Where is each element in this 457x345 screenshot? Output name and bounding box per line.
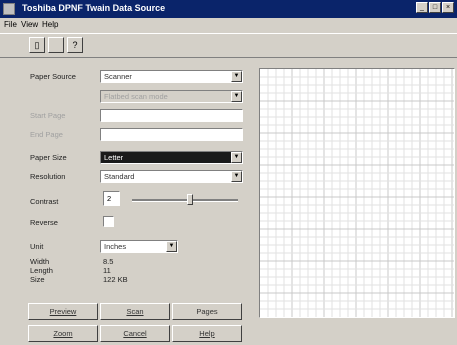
start-page-label: Start Page [30,111,66,120]
menu-view[interactable]: View [21,20,38,29]
cancel-button-label: Cancel [123,329,147,338]
contrast-slider-track[interactable] [132,199,238,202]
width-value: 8.5 [103,257,114,266]
minimize-button[interactable]: _ [416,2,428,13]
scan-mode-value: Flatbed scan mode [104,92,168,101]
paper-source-value: Scanner [104,72,132,81]
zoom-button[interactable]: Zoom [28,325,98,342]
preview-area[interactable] [259,68,455,318]
preview-grid [260,69,454,317]
chevron-down-icon[interactable]: ▼ [231,152,242,163]
chevron-down-icon[interactable]: ▼ [231,91,242,102]
help-icon[interactable]: ? [67,37,83,53]
size-value: 122 KB [103,275,128,284]
resolution-combo[interactable]: Standard ▼ [100,170,243,183]
scan-button-label: Scan [126,307,144,316]
pages-button-label: Pages [196,307,218,316]
close-button[interactable]: × [442,2,454,13]
unit-combo[interactable]: Inches ▼ [100,240,178,253]
start-page-field[interactable] [100,109,243,122]
app-icon[interactable] [3,3,15,15]
width-label: Width [30,257,50,266]
paper-size-label: Paper Size [30,153,67,162]
resolution-value: Standard [104,172,135,181]
zoom-button-label: Zoom [53,329,73,338]
preview-button-label: Preview [49,307,77,316]
blank-icon[interactable] [48,37,64,53]
toolbar: ▯ ? [0,33,457,58]
contrast-value: 2 [107,194,112,203]
end-page-label: End Page [30,130,63,139]
unit-label: Unit [30,242,44,251]
open-doc-icon[interactable]: ▯ [29,37,45,53]
paper-size-value: Letter [104,153,124,162]
contrast-slider-thumb[interactable] [187,194,194,205]
contrast-spin[interactable]: 2 [103,191,120,206]
paper-size-combo[interactable]: Letter ▼ [100,151,243,164]
help-button[interactable]: Help [172,325,242,342]
menu-file[interactable]: File [4,20,17,29]
paper-source-combo[interactable]: Scanner ▼ [100,70,243,83]
length-value: 11 [103,266,111,275]
reverse-checkbox[interactable] [103,216,114,227]
maximize-button[interactable]: □ [429,2,441,13]
preview-button[interactable]: Preview [28,303,98,320]
resolution-label: Resolution [30,172,66,181]
length-label: Length [30,266,53,275]
reverse-label: Reverse [30,218,58,227]
chevron-down-icon[interactable]: ▼ [231,171,242,182]
menu-bar: File View Help [0,18,457,32]
paper-source-label: Paper Source [30,72,76,81]
window-title: Toshiba DPNF Twain Data Source [22,3,166,13]
window-controls: _ □ × [416,2,454,13]
chevron-down-icon[interactable]: ▼ [231,71,242,82]
end-page-field[interactable] [100,128,243,141]
scan-button[interactable]: Scan [100,303,170,320]
chevron-down-icon[interactable]: ▼ [166,241,177,252]
scan-mode-combo[interactable]: Flatbed scan mode ▼ [100,90,243,103]
help-button-label: Help [199,329,215,338]
cancel-button[interactable]: Cancel [100,325,170,342]
scanner-dialog-window: Toshiba DPNF Twain Data Source _ □ × Fil… [0,0,457,345]
unit-value: Inches [104,242,127,251]
pages-button[interactable]: Pages [172,303,242,320]
title-bar: Toshiba DPNF Twain Data Source _ □ × [0,0,457,18]
menu-help[interactable]: Help [42,20,58,29]
size-label: Size [30,275,45,284]
contrast-label: Contrast [30,197,59,206]
